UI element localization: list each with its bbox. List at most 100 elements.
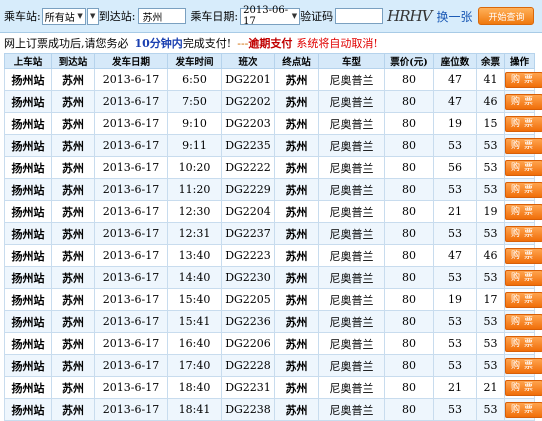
buy-ticket-button[interactable]: 购票 — [505, 181, 542, 198]
cell-action: 购票 — [504, 288, 542, 311]
table-row: 扬州站 苏州 2013-6-17 12:30 DG2204 苏州 尼奥普兰 80 21 19 购票 — [4, 200, 542, 223]
cell-seats: 53 — [433, 332, 477, 355]
buy-ticket-button[interactable]: 购票 — [505, 357, 542, 374]
cell-type: 尼奥普兰 — [318, 178, 385, 201]
cell-price: 80 — [384, 266, 434, 289]
table-row: 扬州站 苏州 2013-6-17 13:40 DG2223 苏州 尼奥普兰 80 47 46 购票 — [4, 244, 542, 267]
cell-train: DG2222 — [221, 156, 275, 179]
cell-action: 购票 — [504, 178, 542, 201]
cell-left: 19 — [476, 200, 505, 223]
buy-ticket-button[interactable]: 购票 — [505, 71, 542, 88]
cell-from: 扬州站 — [4, 112, 52, 135]
cell-from: 扬州站 — [4, 68, 52, 91]
buy-ticket-button[interactable]: 购票 — [505, 379, 542, 396]
cell-from: 扬州站 — [4, 134, 52, 157]
cell-from: 扬州站 — [4, 310, 52, 333]
buy-ticket-button[interactable]: 购票 — [505, 159, 542, 176]
table-row: 扬州站 苏州 2013-6-17 10:20 DG2222 苏州 尼奥普兰 80 56 53 购票 — [4, 156, 542, 179]
table-row: 扬州站 苏州 2013-6-17 18:40 DG2231 苏州 尼奥普兰 80 21 21 购票 — [4, 376, 542, 399]
cell-left: 15 — [476, 112, 505, 135]
origin-select-value: 所有站 — [44, 12, 75, 24]
table-row: 扬州站 苏州 2013-6-17 14:40 DG2230 苏州 尼奥普兰 80 53 53 购票 — [4, 266, 542, 289]
notice-dashes: --- — [237, 36, 249, 50]
dest-input[interactable]: 苏州 — [138, 8, 187, 24]
cell-action: 购票 — [504, 354, 542, 377]
cell-terminal: 苏州 — [274, 68, 319, 91]
buy-ticket-button[interactable]: 购票 — [505, 247, 542, 264]
refresh-captcha-link[interactable]: 换一张 — [436, 8, 472, 25]
date-select[interactable]: 2013-06-17 ▼ — [240, 5, 301, 27]
cell-date: 2013-6-17 — [94, 222, 168, 245]
table-row: 扬州站 苏州 2013-6-17 16:40 DG2206 苏州 尼奥普兰 80 53 53 购票 — [4, 332, 542, 355]
buy-ticket-button[interactable]: 购票 — [505, 335, 542, 352]
cell-terminal: 苏州 — [274, 90, 319, 113]
cell-type: 尼奥普兰 — [318, 244, 385, 267]
buy-ticket-button[interactable]: 购票 — [505, 225, 542, 242]
col-header: 座位数 — [433, 53, 477, 69]
buy-ticket-button[interactable]: 购票 — [505, 291, 542, 308]
cell-train: DG2205 — [221, 288, 275, 311]
cell-left: 53 — [476, 398, 505, 421]
cell-train: DG2230 — [221, 266, 275, 289]
date-select-value: 2013-06-17 — [243, 5, 289, 27]
table-row: 扬州站 苏州 2013-6-17 9:11 DG2235 苏州 尼奥普兰 80 53 53 购票 — [4, 134, 542, 157]
cell-to: 苏州 — [51, 332, 95, 355]
cell-left: 53 — [476, 310, 505, 333]
buy-ticket-button[interactable]: 购票 — [505, 115, 542, 132]
cell-time: 17:40 — [167, 354, 222, 377]
cell-action: 购票 — [504, 332, 542, 355]
cell-left: 53 — [476, 178, 505, 201]
table-row: 扬州站 苏州 2013-6-17 9:10 DG2203 苏州 尼奥普兰 80 19 15 购票 — [4, 112, 542, 135]
date-label: 乘车日期: — [190, 10, 239, 23]
cell-time: 15:40 — [167, 288, 222, 311]
cell-seats: 53 — [433, 266, 477, 289]
dest-dropdown-toggle[interactable]: ▼ — [86, 7, 99, 25]
cell-action: 购票 — [504, 68, 542, 91]
buy-ticket-button[interactable]: 购票 — [505, 269, 542, 286]
col-header: 班次 — [221, 53, 275, 69]
cell-terminal: 苏州 — [274, 200, 319, 223]
cell-time: 12:30 — [167, 200, 222, 223]
cell-terminal: 苏州 — [274, 134, 319, 157]
table-row: 扬州站 苏州 2013-6-17 15:40 DG2205 苏州 尼奥普兰 80 19 17 购票 — [4, 288, 542, 311]
buy-ticket-button[interactable]: 购票 — [505, 93, 542, 110]
cell-price: 80 — [384, 222, 434, 245]
cell-left: 46 — [476, 90, 505, 113]
cell-terminal: 苏州 — [274, 310, 319, 333]
col-header: 余票 — [476, 53, 505, 69]
buy-ticket-button[interactable]: 购票 — [505, 401, 542, 418]
cell-type: 尼奥普兰 — [318, 134, 385, 157]
cell-train: DG2228 — [221, 354, 275, 377]
table-row: 扬州站 苏州 2013-6-17 17:40 DG2228 苏州 尼奥普兰 80 53 53 购票 — [4, 354, 542, 377]
cell-from: 扬州站 — [4, 178, 52, 201]
cell-terminal: 苏州 — [274, 354, 319, 377]
cell-train: DG2202 — [221, 90, 275, 113]
search-button[interactable]: 开始查询 — [478, 7, 535, 25]
buy-ticket-button[interactable]: 购票 — [505, 313, 542, 330]
cell-terminal: 苏州 — [274, 222, 319, 245]
chevron-down-icon: ▼ — [77, 12, 83, 20]
cell-price: 80 — [384, 398, 434, 421]
cell-terminal: 苏州 — [274, 266, 319, 289]
captcha-input[interactable] — [335, 8, 384, 24]
cell-time: 9:11 — [167, 134, 222, 157]
cell-type: 尼奥普兰 — [318, 222, 385, 245]
cell-to: 苏州 — [51, 90, 95, 113]
cell-seats: 53 — [433, 134, 477, 157]
cell-left: 53 — [476, 266, 505, 289]
origin-select[interactable]: 所有站 ▼ — [41, 7, 86, 25]
cell-date: 2013-6-17 — [94, 266, 168, 289]
cell-time: 15:41 — [167, 310, 222, 333]
table-row: 扬州站 苏州 2013-6-17 18:41 DG2238 苏州 尼奥普兰 80 53 53 购票 — [4, 398, 542, 421]
cell-seats: 53 — [433, 178, 477, 201]
cell-train: DG2204 — [221, 200, 275, 223]
cell-left: 53 — [476, 134, 505, 157]
cell-date: 2013-6-17 — [94, 376, 168, 399]
cell-date: 2013-6-17 — [94, 90, 168, 113]
buy-ticket-button[interactable]: 购票 — [505, 137, 542, 154]
chevron-down-icon: ▼ — [291, 12, 298, 20]
table-row: 扬州站 苏州 2013-6-17 6:50 DG2201 苏州 尼奥普兰 80 47 41 购票 — [4, 68, 542, 91]
dest-label: 到达站: — [98, 10, 136, 23]
buy-ticket-button[interactable]: 购票 — [505, 203, 542, 220]
cell-price: 80 — [384, 288, 434, 311]
